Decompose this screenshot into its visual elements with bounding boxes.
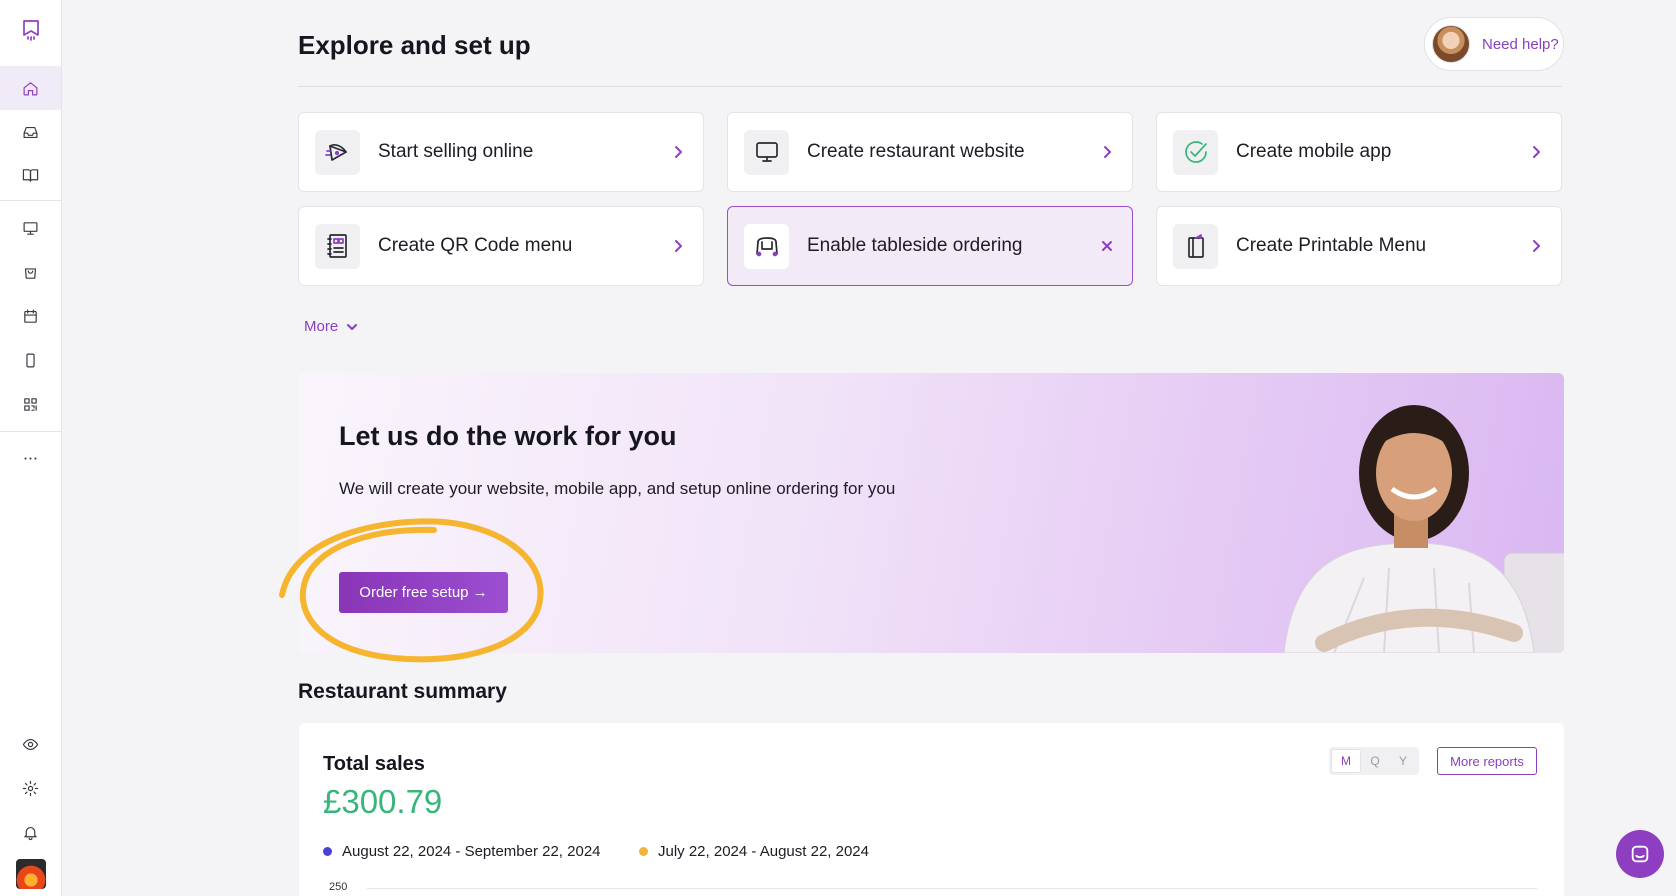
sidebar-item-preview[interactable] <box>0 722 61 766</box>
card-start-selling-online[interactable]: Start selling online <box>298 112 704 192</box>
chevron-down-icon <box>347 323 358 330</box>
legend-previous-period: July 22, 2024 - August 22, 2024 <box>639 843 869 860</box>
chat-launcher-button[interactable] <box>1616 830 1664 878</box>
printable-menu-icon <box>1173 223 1218 269</box>
card-label: Start selling online <box>378 141 534 162</box>
card-create-printable-menu[interactable]: Create Printable Menu <box>1156 206 1562 286</box>
total-sales-title: Total sales <box>323 753 425 775</box>
promo-banner: Let us do the work for you We will creat… <box>299 373 1564 653</box>
sidebar-item-settings[interactable] <box>0 766 61 810</box>
card-create-qr-code-menu[interactable]: Create QR Code menu <box>298 206 704 286</box>
total-sales-value: £300.79 <box>323 783 443 820</box>
chevron-right-icon <box>663 145 693 159</box>
restaurant-logo-icon <box>15 859 46 889</box>
pizza-slice-icon <box>315 129 360 175</box>
eye-icon <box>22 738 39 750</box>
monitor-icon <box>744 129 789 175</box>
bell-icon <box>24 826 37 840</box>
sidebar-item-reservations[interactable] <box>0 294 61 338</box>
check-circle-icon <box>1173 129 1218 175</box>
chevron-right-icon <box>1521 145 1551 159</box>
main-content: Explore and set up Need help? Start sell… <box>62 0 1676 896</box>
card-label: Enable tableside ordering <box>807 235 1023 256</box>
qr-code-icon <box>24 397 37 411</box>
total-sales-card: Total sales £300.79 August 22, 2024 - Se… <box>299 723 1564 896</box>
sidebar-item-restaurant[interactable] <box>0 852 61 896</box>
restaurant-summary-title: Restaurant summary <box>298 680 507 703</box>
close-icon[interactable] <box>1092 239 1122 253</box>
calendar-icon <box>24 309 37 323</box>
chevron-right-icon <box>663 239 693 253</box>
more-toggle[interactable]: More <box>304 318 358 335</box>
more-dots-icon <box>24 456 37 460</box>
mobile-icon <box>26 353 35 367</box>
period-year-button[interactable]: Y <box>1389 749 1417 773</box>
order-free-setup-label: Order free setup → <box>359 584 488 601</box>
book-icon <box>22 168 39 182</box>
qr-menu-icon <box>315 223 360 269</box>
more-label: More <box>304 318 339 335</box>
chevron-right-icon <box>1521 239 1551 253</box>
legend-label: August 22, 2024 - September 22, 2024 <box>342 843 601 860</box>
table-icon <box>744 223 789 269</box>
period-month-button[interactable]: M <box>1331 749 1361 773</box>
sidebar-item-mobile-app[interactable] <box>0 338 61 382</box>
card-create-mobile-app[interactable]: Create mobile app <box>1156 112 1562 192</box>
monitor-icon <box>23 221 38 235</box>
sidebar-item-orders[interactable] <box>0 250 61 294</box>
avatar <box>1432 25 1470 63</box>
chat-icon <box>1631 845 1649 863</box>
divider <box>298 86 1562 87</box>
sidebar-item-website[interactable] <box>0 206 61 250</box>
chart-gridline <box>367 888 1537 889</box>
chart-y-tick: 250 <box>329 881 348 893</box>
card-label: Create mobile app <box>1236 141 1392 162</box>
legend-label: July 22, 2024 - August 22, 2024 <box>658 843 869 860</box>
card-label: Create restaurant website <box>807 141 1025 162</box>
inbox-icon <box>23 126 38 138</box>
card-label: Create Printable Menu <box>1236 235 1427 256</box>
sidebar-item-book[interactable] <box>0 153 61 197</box>
period-quarter-button[interactable]: Q <box>1361 749 1389 773</box>
sidebar-divider <box>0 431 61 432</box>
sidebar-item-home[interactable] <box>0 66 61 110</box>
page-title: Explore and set up <box>298 30 531 60</box>
gear-icon <box>22 780 39 796</box>
more-reports-button[interactable]: More reports <box>1437 747 1537 775</box>
home-icon <box>23 81 38 95</box>
logo-icon[interactable] <box>0 8 61 52</box>
period-toggle: M Q Y <box>1329 747 1419 775</box>
sidebar-item-more[interactable] <box>0 436 61 480</box>
smiling-woman-image <box>1283 405 1564 653</box>
shopping-bag-icon <box>24 267 37 279</box>
promo-text: We will create your website, mobile app,… <box>339 479 896 498</box>
promo-title: Let us do the work for you <box>339 421 677 451</box>
sidebar-divider <box>0 200 61 201</box>
sidebar-item-qr[interactable] <box>0 382 61 426</box>
legend-current-period: August 22, 2024 - September 22, 2024 <box>323 843 601 860</box>
card-create-restaurant-website[interactable]: Create restaurant website <box>727 112 1133 192</box>
need-help-button[interactable]: Need help? <box>1424 17 1564 71</box>
need-help-label: Need help? <box>1482 35 1559 53</box>
sidebar-item-inbox[interactable] <box>0 110 61 154</box>
legend-dot <box>323 847 332 856</box>
order-free-setup-button[interactable]: Order free setup → <box>339 572 508 613</box>
sidebar-item-notifications[interactable] <box>0 810 61 854</box>
sidebar <box>0 0 62 896</box>
card-label: Create QR Code menu <box>378 235 573 256</box>
card-enable-tableside-ordering[interactable]: Enable tableside ordering <box>727 206 1133 286</box>
legend-dot <box>639 847 648 856</box>
chevron-right-icon <box>1092 145 1122 159</box>
